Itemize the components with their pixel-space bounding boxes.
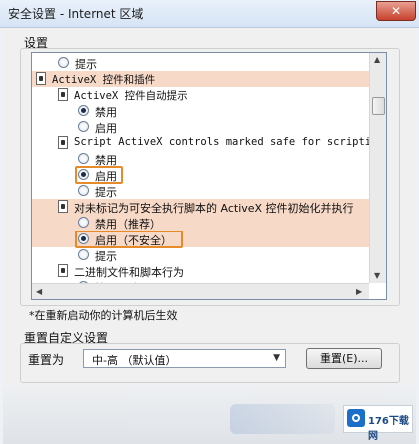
setting-option-row[interactable]: 提示	[32, 55, 369, 71]
setting-page-icon	[58, 88, 68, 101]
reset-to-label: 重置为	[28, 353, 65, 367]
radio-button[interactable]	[78, 153, 89, 164]
scroll-right-arrow-icon[interactable]: ▶	[356, 287, 362, 296]
reset-group-label: 重置自定义设置	[24, 331, 109, 345]
setting-option-row[interactable]: 禁用	[32, 151, 369, 167]
vertical-scroll-thumb[interactable]	[372, 97, 385, 115]
setting-option-row[interactable]: 启用	[32, 119, 369, 135]
setting-page-icon	[58, 136, 68, 149]
setting-option-row[interactable]: 启用	[32, 166, 369, 184]
radio-button[interactable]	[58, 57, 69, 68]
reset-button[interactable]: 重置(E)...	[306, 348, 382, 369]
setting-label: 禁用（推荐）	[95, 218, 161, 231]
scroll-left-arrow-icon[interactable]: ◀	[36, 287, 42, 296]
restart-note: *在重新启动你的计算机后生效	[29, 309, 178, 322]
setting-option-row[interactable]: 启用（不安全）	[32, 230, 369, 248]
setting-category-row: ActiveX 控件和插件	[32, 71, 369, 87]
setting-label: ActiveX 控件自动提示	[74, 90, 188, 102]
watermark-logo: 176下载网	[343, 405, 413, 442]
setting-label: 禁用	[95, 154, 117, 167]
security-level-value: 中-高 （默认值）	[92, 354, 177, 367]
setting-label: 启用	[95, 122, 117, 135]
security-level-select[interactable]: 中-高 （默认值） ▼	[83, 349, 286, 368]
watermark-text: 176下载网	[368, 416, 409, 442]
radio-button[interactable]	[78, 185, 89, 196]
selection-highlight-frame	[75, 166, 123, 184]
setting-page-icon	[58, 200, 68, 213]
chevron-down-icon[interactable]: ▼	[273, 353, 280, 363]
horizontal-scrollbar[interactable]: ◀ ▶	[32, 283, 369, 299]
setting-label: 对未标记为可安全执行脚本的 ActiveX 控件初始化并执行	[74, 202, 354, 215]
setting-label: ActiveX 控件和插件	[52, 74, 156, 86]
setting-label: 提示	[75, 58, 97, 71]
setting-option-row[interactable]: 提示	[32, 183, 369, 199]
setting-option-row[interactable]: 禁用（推荐）	[32, 215, 369, 231]
setting-label: Script ActiveX controls marked safe for …	[74, 136, 384, 148]
setting-label: 禁用	[95, 106, 117, 119]
setting-label: 提示	[95, 186, 117, 199]
vertical-scrollbar[interactable]: ▲ ▼	[369, 53, 386, 283]
radio-button[interactable]	[78, 121, 89, 132]
setting-page-icon	[58, 264, 68, 277]
radio-button[interactable]	[78, 249, 89, 260]
settings-list[interactable]: 管理员认可二进制文件和脚本行为提示启用（不安全）禁用（推荐）对未标记为可安全执行…	[31, 52, 387, 300]
scroll-down-arrow-icon[interactable]: ▼	[374, 271, 380, 280]
radio-button[interactable]	[78, 217, 89, 228]
setting-option-row[interactable]: 禁用	[32, 103, 369, 119]
setting-row: ActiveX 控件自动提示	[32, 87, 369, 103]
scroll-up-arrow-icon[interactable]: ▲	[374, 55, 380, 64]
watermark-faint-logo	[230, 404, 335, 434]
close-button[interactable]: ✕	[376, 1, 416, 21]
setting-label: 提示	[95, 250, 117, 263]
setting-option-row[interactable]: 提示	[32, 247, 369, 263]
setting-row: 对未标记为可安全执行脚本的 ActiveX 控件初始化并执行	[32, 199, 369, 215]
settings-group-label: 设置	[24, 36, 49, 50]
title-bar: 安全设置 - Internet 区域 ✕	[0, 0, 419, 28]
setting-label: 二进制文件和脚本行为	[74, 266, 184, 279]
setting-row: Script ActiveX controls marked safe for …	[32, 135, 384, 151]
selection-highlight-frame	[75, 230, 183, 248]
window-title: 安全设置 - Internet 区域	[8, 7, 144, 21]
setting-page-icon	[36, 72, 46, 85]
setting-row: 二进制文件和脚本行为	[32, 263, 369, 279]
radio-button[interactable]	[78, 105, 89, 116]
watermark-logo-icon	[347, 409, 365, 427]
